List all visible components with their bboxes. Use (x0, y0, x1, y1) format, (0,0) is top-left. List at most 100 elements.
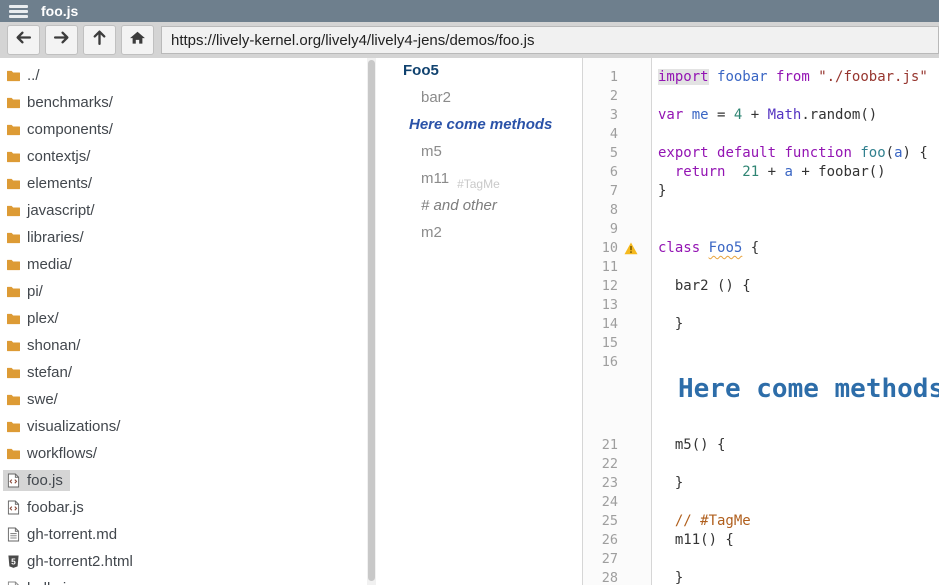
code-line[interactable]: } (658, 182, 939, 201)
gutter-line-number[interactable]: 21 (583, 436, 651, 455)
outline-item-and-other[interactable]: # and other (376, 197, 582, 224)
code-line[interactable]: var me = 4 + Math.random() (658, 106, 939, 125)
code-line[interactable]: // #TagMe (658, 512, 939, 531)
file-tree-item[interactable]: stefan/ (0, 359, 376, 386)
outline-item-here-come-methods[interactable]: Here come methods (376, 116, 582, 143)
editor-code[interactable]: import foobar from "./foobar.js" var me =… (652, 58, 939, 585)
token-plain: bar2 () { (658, 278, 751, 294)
outline-item-bar2[interactable]: bar2 (376, 89, 582, 116)
gutter-line-number[interactable]: 22 (583, 455, 651, 474)
outline-item-foo5[interactable]: Foo5 (376, 62, 582, 89)
file-tree-item[interactable]: workflows/ (0, 440, 376, 467)
back-button[interactable] (7, 25, 40, 55)
code-line[interactable]: return 21 + a + foobar() (658, 163, 939, 182)
code-line[interactable] (658, 220, 939, 239)
gutter-line-number[interactable]: 1 (583, 68, 651, 87)
gutter-line-number[interactable]: 2 (583, 87, 651, 106)
gutter-line-number[interactable]: 25 (583, 512, 651, 531)
token-plain (700, 240, 708, 256)
token-bi: Math (768, 107, 802, 123)
folder-icon (5, 391, 22, 408)
file-tree-item[interactable]: foo.js (0, 467, 376, 494)
code-section-heading-text: Here come methods (678, 380, 939, 399)
gutter-line-number[interactable]: 14 (583, 315, 651, 334)
menu-icon[interactable] (9, 5, 28, 18)
file-name: libraries/ (27, 229, 84, 246)
file-tree-item[interactable]: gh-torrent.md (0, 521, 376, 548)
code-line[interactable] (658, 258, 939, 277)
gutter-line-number[interactable]: 23 (583, 474, 651, 493)
code-line[interactable]: class Foo5 { (658, 239, 939, 258)
outline-item-m11[interactable]: m11#TagMe (376, 170, 582, 197)
gutter-line-number[interactable]: 5 (583, 144, 651, 163)
code-line[interactable] (658, 353, 939, 372)
file-tree-item[interactable]: shonan/ (0, 332, 376, 359)
svg-text:5: 5 (11, 556, 16, 566)
gutter-line-number[interactable]: 4 (583, 125, 651, 144)
file-tree-item[interactable]: contextjs/ (0, 143, 376, 170)
file-tree-scrollbar[interactable] (367, 58, 376, 585)
gutter-line-number[interactable]: 27 (583, 550, 651, 569)
gutter-line-number[interactable]: 16 (583, 353, 651, 372)
code-line[interactable] (658, 125, 939, 144)
code-line[interactable] (658, 201, 939, 220)
up-button[interactable] (83, 25, 116, 55)
file-tree-item[interactable]: ../ (0, 62, 376, 89)
gutter-line-number[interactable]: 11 (583, 258, 651, 277)
forward-button[interactable] (45, 25, 78, 55)
gutter-line-number[interactable]: 28 (583, 569, 651, 585)
file-tree-item[interactable]: swe/ (0, 386, 376, 413)
warning-icon[interactable] (624, 242, 638, 255)
file-tree-item[interactable]: pi/ (0, 278, 376, 305)
outline-item-m2[interactable]: m2 (376, 224, 582, 251)
gutter-line-number[interactable]: 9 (583, 220, 651, 239)
code-line[interactable] (658, 334, 939, 353)
outline-item-m5[interactable]: m5 (376, 143, 582, 170)
file-tree-item[interactable]: foobar.js (0, 494, 376, 521)
code-line[interactable]: m5() { (658, 436, 939, 455)
gutter-line-number[interactable]: 13 (583, 296, 651, 315)
file-tree-item[interactable]: 5gh-torrent2.html (0, 548, 376, 575)
token-plain: } (658, 316, 683, 332)
nav-bar (0, 22, 939, 58)
token-kw: export (658, 145, 709, 161)
code-line[interactable] (658, 455, 939, 474)
code-editor[interactable]: 123456789101112131415162122232425262728 … (583, 58, 939, 585)
code-line[interactable] (658, 87, 939, 106)
nav-buttons (2, 25, 154, 55)
file-tree-item[interactable]: hello.js (0, 575, 376, 585)
code-line[interactable]: import foobar from "./foobar.js" (658, 68, 939, 87)
code-line[interactable]: m11() { (658, 531, 939, 550)
gutter-line-number[interactable]: 3 (583, 106, 651, 125)
gutter-line-number[interactable]: 24 (583, 493, 651, 512)
file-tree-item[interactable]: elements/ (0, 170, 376, 197)
file-tree-item[interactable]: components/ (0, 116, 376, 143)
gutter-line-number[interactable]: 15 (583, 334, 651, 353)
scrollbar-thumb[interactable] (368, 60, 375, 581)
url-input[interactable] (161, 26, 939, 54)
file-tree-item[interactable]: media/ (0, 251, 376, 278)
window-title: foo.js (41, 3, 78, 19)
gutter-line-number[interactable]: 8 (583, 201, 651, 220)
gutter-line-number[interactable]: 7 (583, 182, 651, 201)
code-line[interactable]: bar2 () { (658, 277, 939, 296)
outline-label: Foo5 (403, 62, 439, 79)
file-tree-item[interactable]: javascript/ (0, 197, 376, 224)
file-tree-item[interactable]: plex/ (0, 305, 376, 332)
code-line[interactable] (658, 550, 939, 569)
code-line[interactable]: } (658, 474, 939, 493)
code-line[interactable] (658, 296, 939, 315)
token-plain: m11() { (658, 532, 734, 548)
gutter-line-number[interactable]: 6 (583, 163, 651, 182)
code-line[interactable]: export default function foo(a) { (658, 144, 939, 163)
home-button[interactable] (121, 25, 154, 55)
file-tree-item[interactable]: benchmarks/ (0, 89, 376, 116)
code-line[interactable]: } (658, 315, 939, 334)
file-tree-item[interactable]: visualizations/ (0, 413, 376, 440)
file-tree-item[interactable]: libraries/ (0, 224, 376, 251)
gutter-line-number[interactable]: 12 (583, 277, 651, 296)
code-line[interactable] (658, 493, 939, 512)
gutter-line-number[interactable]: 10 (583, 239, 651, 258)
code-line[interactable]: } (658, 569, 939, 585)
gutter-line-number[interactable]: 26 (583, 531, 651, 550)
